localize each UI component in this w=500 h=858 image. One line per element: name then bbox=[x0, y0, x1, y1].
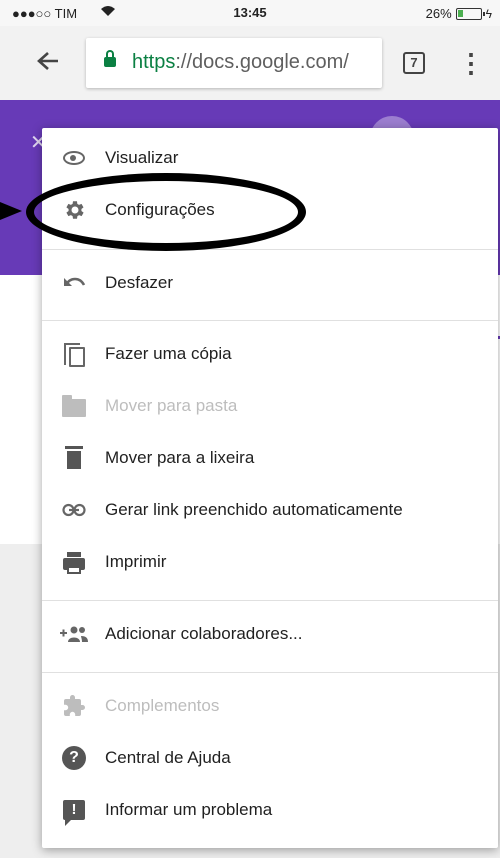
url-host: ://docs.google.com/ bbox=[175, 51, 349, 73]
menu-item-label: Central de Ajuda bbox=[105, 748, 231, 767]
link-icon bbox=[60, 498, 88, 522]
browser-toolbar: https://docs.google.com/ 7 ⋮ bbox=[0, 26, 500, 100]
menu-item-label: Informar um problema bbox=[105, 800, 273, 819]
menu-divider bbox=[42, 600, 498, 601]
folder-icon bbox=[60, 394, 88, 418]
menu-item-label: Mover para pasta bbox=[105, 396, 238, 415]
menu-item-label: Fazer uma cópia bbox=[105, 344, 232, 363]
lock-icon bbox=[104, 50, 116, 67]
menu-item-mover-lixeira[interactable]: Mover para a lixeira bbox=[42, 432, 498, 484]
menu-item-complementos: Complementos bbox=[42, 680, 498, 732]
copy-icon bbox=[60, 342, 88, 367]
menu-item-adicionar-colaboradores[interactable]: Adicionar colaboradores... bbox=[42, 608, 498, 660]
puzzle-icon bbox=[60, 694, 88, 718]
report-icon: ! bbox=[60, 798, 88, 826]
battery-icon bbox=[455, 7, 485, 20]
eye-icon bbox=[60, 146, 88, 170]
menu-item-label: Complementos bbox=[105, 696, 220, 715]
battery-percent: 26% bbox=[425, 6, 452, 21]
url-field[interactable]: https://docs.google.com/ bbox=[86, 38, 382, 88]
status-bar: ●●●○○ TIM 13:45 26% ϟ bbox=[0, 0, 500, 26]
help-icon: ? bbox=[60, 746, 88, 770]
menu-item-fazer-copia[interactable]: Fazer uma cópia bbox=[42, 328, 498, 380]
menu-item-label: Gerar link preenchido automaticamente bbox=[105, 500, 403, 519]
menu-item-label: Desfazer bbox=[105, 273, 174, 292]
menu-item-gerar-link[interactable]: Gerar link preenchido automaticamente bbox=[42, 484, 498, 536]
menu-item-informar-problema[interactable]: ! Informar um problema bbox=[42, 784, 498, 836]
charging-icon: ϟ bbox=[485, 6, 492, 21]
annotation-ellipse bbox=[26, 173, 306, 251]
annotation-arrow bbox=[0, 202, 22, 220]
overflow-menu-icon[interactable]: ⋮ bbox=[458, 50, 484, 78]
menu-item-label: Imprimir bbox=[105, 552, 167, 571]
trash-icon bbox=[60, 446, 88, 470]
menu-divider bbox=[42, 672, 498, 673]
menu-item-central-ajuda[interactable]: ? Central de Ajuda bbox=[42, 732, 498, 784]
menu-divider bbox=[42, 249, 498, 250]
battery-indicator: 26% ϟ bbox=[426, 6, 492, 21]
menu-item-imprimir[interactable]: Imprimir bbox=[42, 536, 498, 588]
url-text: https://docs.google.com/ bbox=[132, 51, 349, 74]
add-people-icon bbox=[60, 622, 88, 646]
arrow-left-icon[interactable] bbox=[34, 48, 66, 78]
menu-item-label: Mover para a lixeira bbox=[105, 448, 255, 467]
tab-switcher-button[interactable]: 7 bbox=[403, 52, 425, 74]
menu-item-label: Adicionar colaboradores... bbox=[105, 624, 303, 643]
undo-icon bbox=[60, 271, 88, 295]
menu-item-mover-pasta: Mover para pasta bbox=[42, 380, 498, 432]
url-scheme: https bbox=[132, 51, 176, 73]
menu-item-desfazer[interactable]: Desfazer bbox=[42, 257, 498, 309]
menu-divider bbox=[42, 320, 498, 321]
print-icon bbox=[60, 550, 88, 574]
menu-item-label: Visualizar bbox=[105, 148, 179, 167]
